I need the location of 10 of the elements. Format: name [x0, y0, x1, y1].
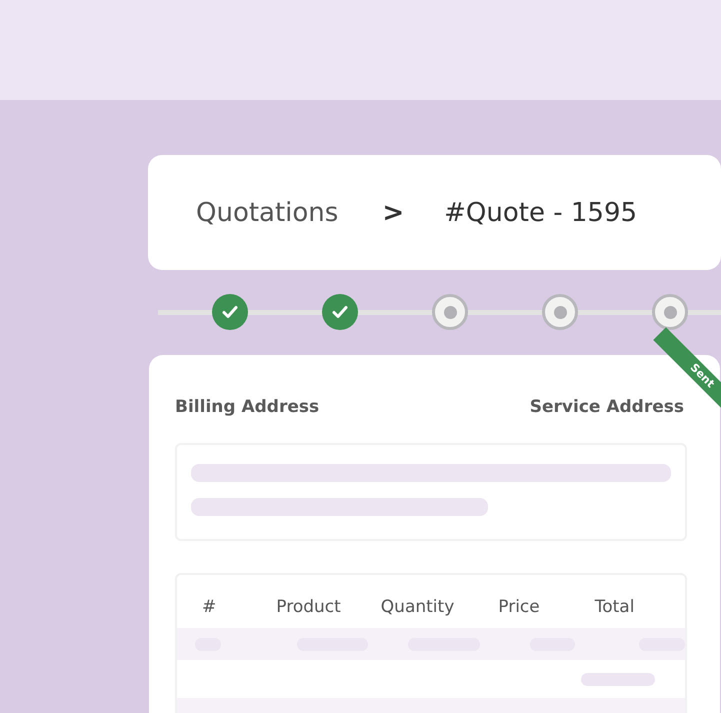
breadcrumb-separator: >	[382, 198, 404, 228]
column-header: #	[202, 596, 216, 616]
column-header: Price	[498, 596, 540, 616]
service-address-label: Service Address	[530, 397, 684, 417]
breadcrumb-link[interactable]: Quotations	[196, 198, 338, 228]
column-header: Quantity	[380, 596, 454, 616]
column-header: Total	[594, 596, 634, 616]
breadcrumb-current: #Quote - 1595	[444, 198, 638, 228]
column-header: Product	[276, 596, 341, 616]
billing-address-label: Billing Address	[175, 397, 320, 417]
